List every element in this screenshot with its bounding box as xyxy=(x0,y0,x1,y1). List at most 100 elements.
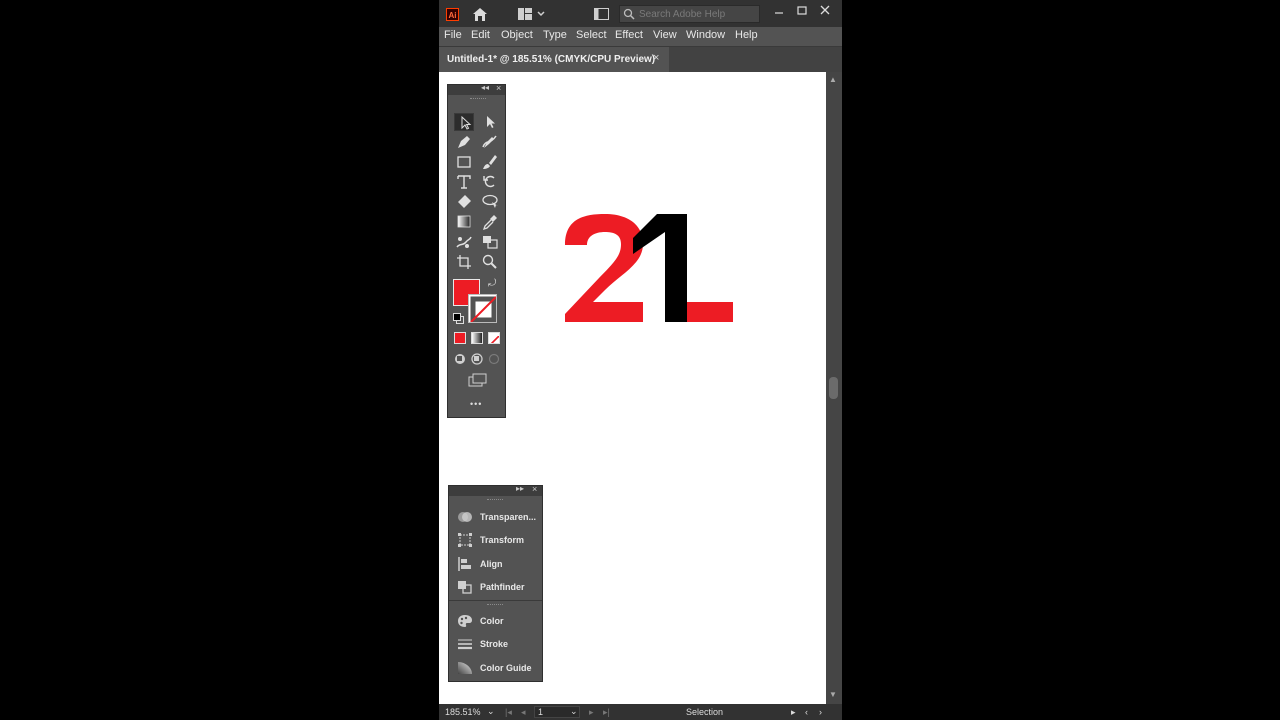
panel-label: Pathfinder xyxy=(480,582,525,592)
minimize-icon[interactable] xyxy=(771,4,787,20)
panel-color[interactable]: Color xyxy=(449,610,542,632)
status-menu-icon[interactable]: ▸ xyxy=(791,707,796,718)
artboard-number-field[interactable]: 1 ⌄ xyxy=(534,706,580,718)
lasso-tool[interactable] xyxy=(480,193,500,211)
rectangle-tool[interactable] xyxy=(454,153,474,171)
menu-type[interactable]: Type xyxy=(543,29,567,41)
scrollbar-thumb[interactable] xyxy=(829,377,838,399)
zoom-tool[interactable] xyxy=(480,253,500,271)
change-screen-mode-icon[interactable] xyxy=(468,373,488,387)
search-placeholder: Search Adobe Help xyxy=(639,9,726,20)
eraser-icon xyxy=(458,195,471,208)
tools-panel-header[interactable]: ◂◂ × xyxy=(448,83,505,95)
dock-grip[interactable] xyxy=(487,499,503,502)
scroll-right-icon[interactable]: › xyxy=(819,707,822,717)
panel-align[interactable]: Align xyxy=(449,553,542,575)
zoom-level[interactable]: 185.51% xyxy=(445,707,481,717)
dock-close-icon[interactable]: × xyxy=(532,484,537,494)
zoom-icon xyxy=(482,254,497,269)
panel-pathfinder[interactable]: Pathfinder xyxy=(449,576,542,598)
paintbrush-tool[interactable] xyxy=(480,153,500,171)
next-artboard-icon[interactable]: ▸ xyxy=(589,707,594,718)
maximize-icon[interactable] xyxy=(794,4,810,20)
dock-grip-2[interactable] xyxy=(487,604,503,607)
arrange-documents-icon[interactable] xyxy=(594,8,609,20)
swap-fill-stroke-icon[interactable]: ⤾ xyxy=(488,278,496,289)
expand-panels-icon[interactable]: ▸▸ xyxy=(516,484,524,493)
panel-label: Align xyxy=(480,559,503,569)
type-t-icon xyxy=(457,175,471,189)
collapse-icon[interactable]: ◂◂ xyxy=(481,83,489,92)
default-colors-icon[interactable] xyxy=(453,313,464,324)
draw-inside-icon[interactable] xyxy=(488,352,500,365)
eraser-tool[interactable] xyxy=(454,193,474,211)
home-icon[interactable] xyxy=(471,7,489,22)
search-input[interactable]: Search Adobe Help xyxy=(619,5,760,23)
digit-1-black xyxy=(633,214,687,302)
menu-edit[interactable]: Edit xyxy=(471,29,490,41)
draw-normal-icon[interactable] xyxy=(454,352,466,364)
none-mode-button[interactable] xyxy=(488,332,500,344)
selection-arrow-icon xyxy=(461,115,472,130)
menu-object[interactable]: Object xyxy=(501,29,533,41)
menu-help[interactable]: Help xyxy=(735,29,758,41)
puppet-warp-tool[interactable] xyxy=(454,233,474,251)
panel-close-icon[interactable]: × xyxy=(496,83,501,93)
eyedropper-tool[interactable] xyxy=(480,213,500,231)
lasso-icon xyxy=(482,194,498,208)
artwork-21[interactable] xyxy=(559,210,739,325)
scroll-left-icon[interactable]: ‹ xyxy=(805,707,808,717)
transform-icon xyxy=(458,533,472,547)
previous-artboard-icon[interactable]: ◂ xyxy=(521,707,526,718)
stroke-color-swatch[interactable] xyxy=(468,294,497,323)
menu-select[interactable]: Select xyxy=(576,29,607,41)
menu-bar: File Edit Object Type Select Effect View… xyxy=(439,27,842,45)
gradient-mode-button[interactable] xyxy=(471,332,483,344)
menu-file[interactable]: File xyxy=(444,29,462,41)
curvature-icon xyxy=(482,135,497,148)
vertical-scrollbar[interactable]: ▲ ▼ xyxy=(826,72,842,704)
panel-transparency[interactable]: Transparen... xyxy=(449,506,542,528)
last-artboard-icon[interactable]: ▸| xyxy=(603,707,610,718)
menu-view[interactable]: View xyxy=(653,29,677,41)
gradient-tool[interactable] xyxy=(454,213,474,231)
panels-dock: ▸▸ × Transparen... Transform Align Pathf… xyxy=(448,484,543,682)
shape-builder-tool[interactable] xyxy=(480,233,500,251)
crop-artboard-tool[interactable] xyxy=(454,253,474,271)
panel-label: Transparen... xyxy=(480,512,537,522)
panel-stroke[interactable]: Stroke xyxy=(449,633,542,655)
edit-toolbar-icon[interactable]: ••• xyxy=(470,399,482,409)
gradient-icon xyxy=(457,215,471,228)
pen-icon xyxy=(458,136,470,148)
scroll-down-icon[interactable]: ▼ xyxy=(829,690,837,699)
close-icon[interactable] xyxy=(817,4,833,20)
first-artboard-icon[interactable]: |◂ xyxy=(505,707,512,718)
zoom-dropdown-icon[interactable]: ⌄ xyxy=(487,706,495,717)
workspace-switcher-icon[interactable] xyxy=(518,8,546,20)
artboard-dropdown-icon[interactable]: ⌄ xyxy=(570,706,578,717)
rotate-tool[interactable] xyxy=(480,173,500,191)
none-slash-icon xyxy=(490,335,499,343)
menu-window[interactable]: Window xyxy=(686,29,725,41)
direct-selection-tool[interactable] xyxy=(480,113,500,131)
type-tool[interactable] xyxy=(454,173,474,191)
panels-dock-header[interactable]: ▸▸ × xyxy=(449,484,542,496)
document-tab[interactable]: Untitled-1* @ 185.51% (CMYK/CPU Preview)… xyxy=(439,47,669,73)
pen-tool[interactable] xyxy=(454,133,474,151)
curvature-tool[interactable] xyxy=(480,133,500,151)
menu-effect[interactable]: Effect xyxy=(615,29,643,41)
selection-tool[interactable] xyxy=(454,113,474,131)
panel-transform[interactable]: Transform xyxy=(449,529,542,551)
draw-behind-icon[interactable] xyxy=(471,352,483,365)
panel-grip[interactable] xyxy=(470,98,486,101)
tab-close-icon[interactable]: × xyxy=(653,52,659,64)
color-mode-button[interactable] xyxy=(454,332,466,344)
scroll-up-icon[interactable]: ▲ xyxy=(829,75,837,84)
panel-color-guide[interactable]: Color Guide xyxy=(449,657,542,679)
rotate-icon xyxy=(483,175,495,188)
rectangle-icon xyxy=(457,156,471,168)
panel-label: Transform xyxy=(480,535,525,545)
panel-label: Color Guide xyxy=(480,663,532,673)
align-icon xyxy=(458,557,471,571)
app-logo: Ai xyxy=(446,8,459,21)
